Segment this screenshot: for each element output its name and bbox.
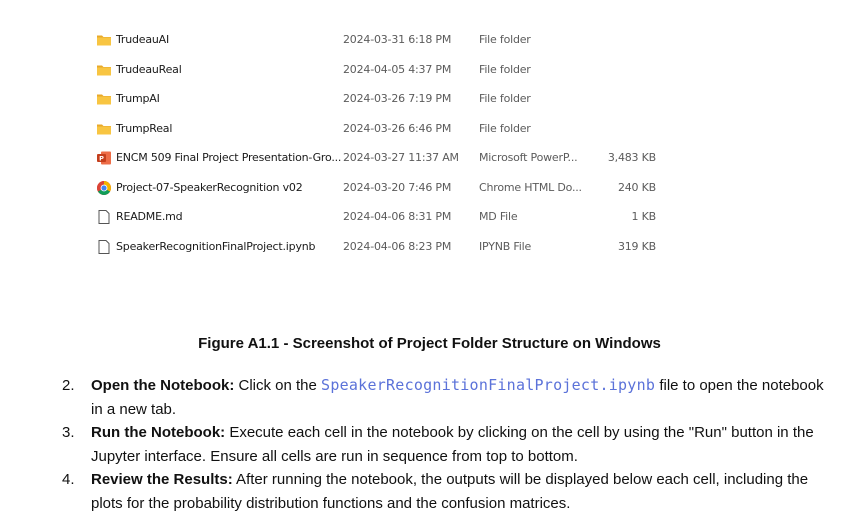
- file-row[interactable]: SpeakerRecognitionFinalProject.ipynb 202…: [0, 233, 859, 262]
- file-date: 2024-04-06 8:31 PM: [343, 210, 452, 223]
- file-row[interactable]: TrumpAI 2024-03-26 7:19 PM File folder: [0, 85, 859, 114]
- file-name: Project-07-SpeakerRecognition v02: [116, 180, 303, 194]
- file-row[interactable]: README.md 2024-04-06 8:31 PM MD File 1 K…: [0, 203, 859, 232]
- step-title: Open the Notebook:: [91, 377, 235, 394]
- step-title: Run the Notebook:: [91, 424, 226, 442]
- step-title: Review the Results:: [91, 471, 233, 489]
- file-date: 2024-03-20 7:46 PM: [343, 180, 452, 194]
- step-number: 3.: [62, 424, 75, 442]
- file-type: MD File: [479, 210, 518, 223]
- folder-icon: [96, 121, 112, 137]
- svg-text:P: P: [99, 155, 104, 163]
- file-size: 240 KB: [617, 180, 656, 194]
- file-name: SpeakerRecognitionFinalProject.ipynb: [116, 239, 316, 253]
- file-row[interactable]: TrudeauAI 2024-03-31 6:18 PM File folder: [0, 26, 859, 55]
- notebook-filename-code: SpeakerRecognitionFinalProject.ipynb: [321, 376, 656, 394]
- file-row[interactable]: Project-07-SpeakerRecognition v02 2024-0…: [0, 174, 859, 203]
- folder-icon: [96, 32, 112, 48]
- folder-icon: [96, 62, 112, 78]
- step-number: 4.: [62, 471, 75, 489]
- file-size: 3,483 KB: [607, 151, 656, 164]
- file-name: README.md: [116, 210, 183, 223]
- file-row[interactable]: TrudeauReal 2024-04-05 4:37 PM File fold…: [0, 56, 859, 85]
- file-date: 2024-03-26 7:19 PM: [343, 92, 452, 105]
- step-number: 2.: [62, 377, 75, 394]
- file-type: File folder: [479, 121, 531, 135]
- file-type: File folder: [479, 92, 531, 105]
- step-text: Click on the: [234, 377, 322, 394]
- file-name: TrumpReal: [116, 121, 173, 135]
- chrome-icon: [96, 180, 112, 196]
- file-type: IPYNB File: [479, 239, 532, 253]
- file-type: File folder: [479, 62, 531, 76]
- instruction-steps: 2. Open the Notebook: Click on the Speak…: [62, 374, 832, 516]
- file-row[interactable]: P ENCM 509 Final Project Presentation-Gr…: [0, 144, 859, 173]
- file-type: Chrome HTML Do...: [479, 180, 582, 194]
- file-date: 2024-03-26 6:46 PM: [343, 121, 452, 135]
- file-icon: [96, 209, 112, 225]
- file-row[interactable]: TrumpReal 2024-03-26 6:46 PM File folder: [0, 115, 859, 144]
- file-name: TrudeauReal: [116, 62, 182, 76]
- step-review-results: 4. Review the Results: After running the…: [62, 468, 832, 515]
- folder-icon: [96, 91, 112, 107]
- figure-caption: Figure A1.1 - Screenshot of Project Fold…: [198, 335, 661, 352]
- powerpoint-icon: P: [96, 150, 112, 166]
- file-date: 2024-04-05 4:37 PM: [343, 62, 452, 76]
- file-icon: [96, 239, 112, 255]
- file-size: 1 KB: [631, 210, 657, 223]
- file-list: TrudeauAI 2024-03-31 6:18 PM File folder…: [0, 0, 859, 270]
- file-date: 2024-03-31 6:18 PM: [343, 33, 452, 46]
- file-type: File folder: [479, 33, 531, 46]
- file-name: TrumpAI: [116, 92, 160, 105]
- step-run-notebook: 3. Run the Notebook: Execute each cell i…: [62, 421, 832, 468]
- file-name: ENCM 509 Final Project Presentation-Gro.…: [116, 151, 342, 164]
- file-type: Microsoft PowerP...: [479, 151, 578, 164]
- file-name: TrudeauAI: [116, 33, 170, 46]
- file-size: 319 KB: [617, 239, 656, 253]
- file-date: 2024-04-06 8:23 PM: [343, 239, 452, 253]
- file-date: 2024-03-27 11:37 AM: [343, 151, 459, 164]
- step-open-notebook: 2. Open the Notebook: Click on the Speak…: [62, 374, 832, 421]
